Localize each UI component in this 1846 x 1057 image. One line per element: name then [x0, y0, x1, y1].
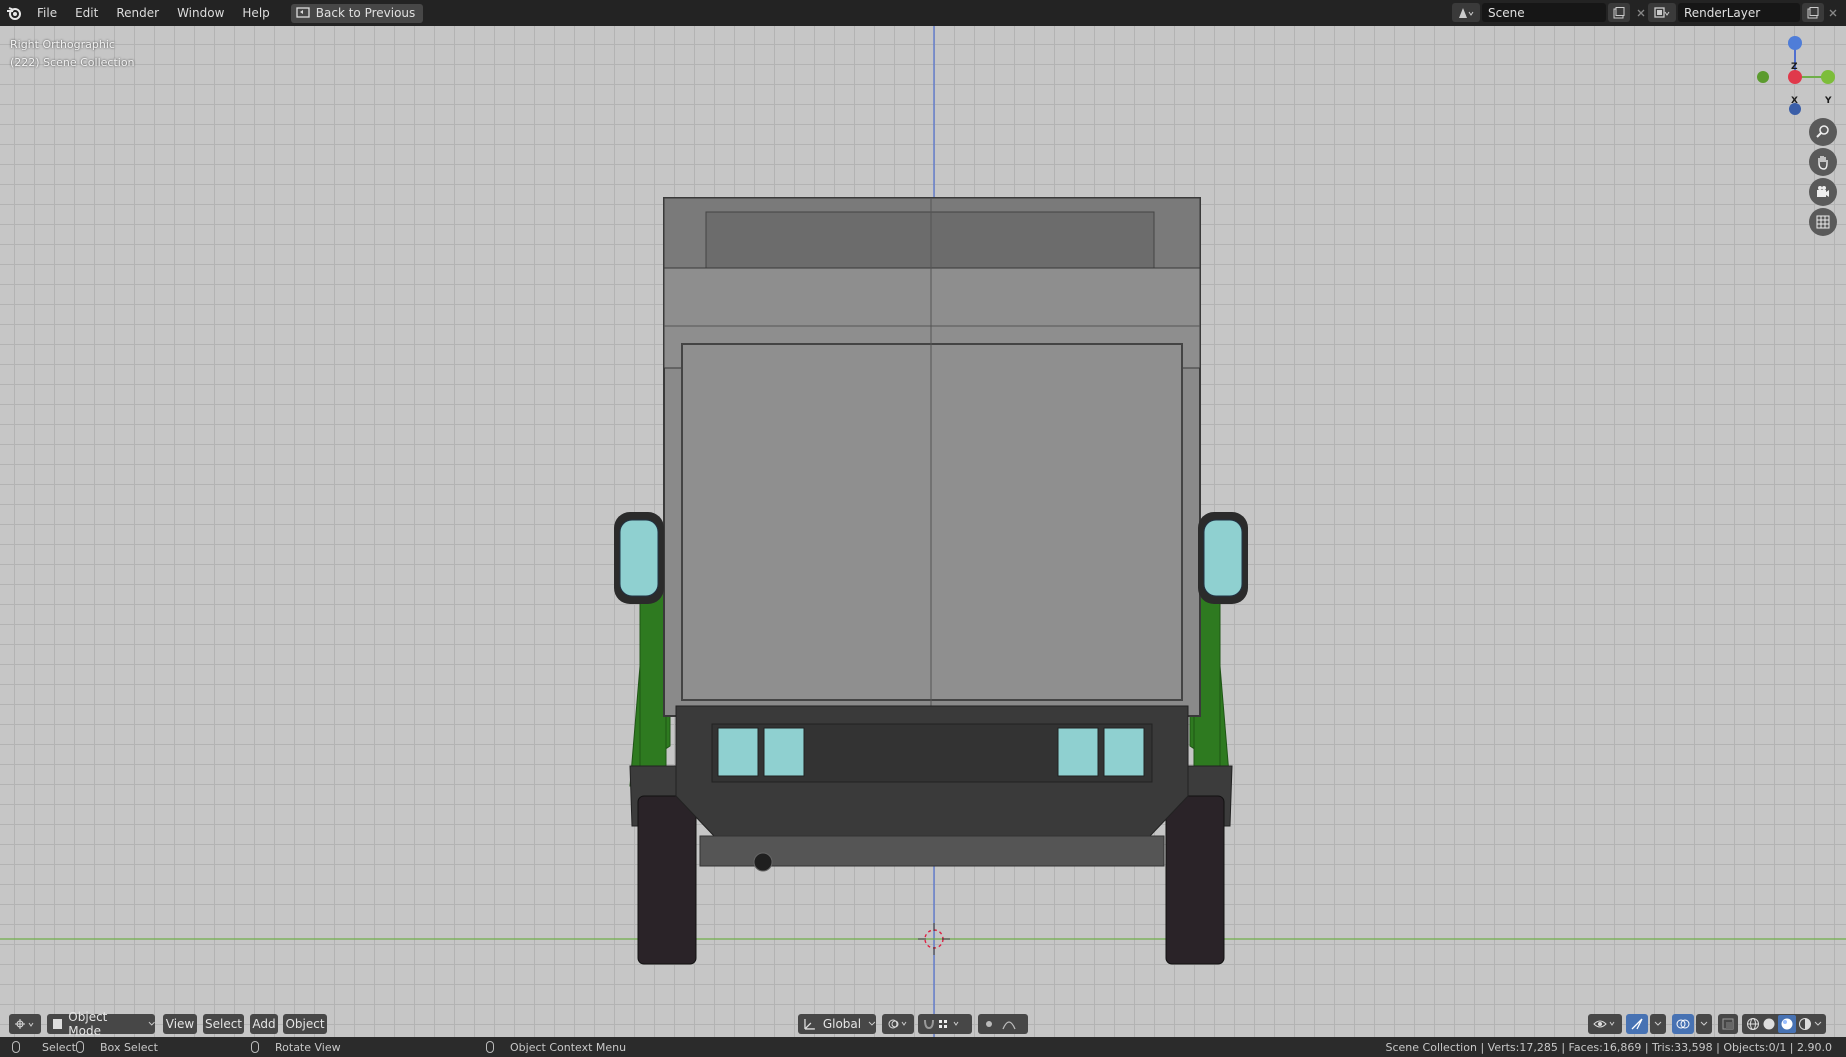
select-menu[interactable]: Select [203, 1014, 244, 1034]
transform-orientation-dropdown[interactable]: Global [798, 1014, 876, 1034]
chevron-down-icon [1700, 1021, 1708, 1026]
editor-type-icon [15, 1019, 34, 1029]
status-context-menu: Object Context Menu [486, 1041, 626, 1054]
proportional-edit-icon [986, 1021, 1016, 1030]
xray-toggle-button[interactable] [1718, 1014, 1738, 1034]
object-mode-icon [53, 1019, 63, 1029]
ortho-grid-icon[interactable] [1809, 208, 1837, 236]
pivot-icon [888, 1019, 907, 1029]
pivot-point-button[interactable] [882, 1014, 914, 1034]
material-shading-icon[interactable] [1778, 1015, 1796, 1033]
editor-type-button[interactable] [9, 1014, 41, 1034]
menu-render[interactable]: Render [107, 6, 168, 20]
overlays-icon [1676, 1019, 1690, 1029]
scene-canvas [0, 26, 1846, 1037]
status-rotate-view: Rotate View [251, 1041, 341, 1054]
chevron-down-icon[interactable] [1814, 1021, 1822, 1027]
scene-statistics: Scene Collection | Verts:17,285 | Faces:… [1385, 1040, 1833, 1054]
snap-icon [924, 1019, 959, 1030]
screen-icon [296, 7, 310, 18]
menu-edit[interactable]: Edit [66, 6, 107, 20]
object-mode-label: Object Mode [68, 1010, 108, 1038]
back-to-previous-label: Back to Previous [315, 6, 416, 20]
back-to-previous-button[interactable]: Back to Previous [290, 3, 424, 23]
overlays-dropdown[interactable] [1696, 1014, 1712, 1034]
scene-icon[interactable] [1452, 3, 1480, 22]
add-menu[interactable]: Add [250, 1014, 278, 1034]
delete-render-layer-icon[interactable] [1824, 3, 1842, 22]
rendered-shading-icon[interactable] [1798, 1017, 1812, 1031]
left-mouse-icon [12, 1041, 20, 1053]
camera-view-icon[interactable] [1809, 178, 1837, 206]
gizmo-dropdown[interactable] [1650, 1014, 1666, 1034]
top-bar: File Edit Render Window Help Back to Pre… [0, 0, 1846, 26]
menu-help[interactable]: Help [233, 6, 278, 20]
chevron-down-icon [868, 1021, 876, 1026]
menu-window[interactable]: Window [168, 6, 233, 20]
xray-icon [1722, 1018, 1734, 1030]
gizmo-x-label[interactable]: X [1791, 96, 1798, 106]
status-bar: Select Box Select Rotate View Object Con… [0, 1037, 1846, 1057]
gizmo-icon [1631, 1018, 1643, 1030]
scene-name-field[interactable]: Scene [1482, 3, 1606, 22]
gizmo-z-label[interactable]: Z [1791, 62, 1798, 72]
viewport-header: Object Mode View Select Add Object Globa… [0, 1010, 1846, 1038]
chevron-down-icon [1654, 1021, 1662, 1026]
status-box-select: Box Select [76, 1041, 158, 1054]
orientation-label: Global [822, 1017, 862, 1031]
blender-logo-icon[interactable] [0, 0, 28, 26]
object-mode-dropdown[interactable]: Object Mode [47, 1010, 155, 1038]
object-menu[interactable]: Object [283, 1014, 327, 1034]
status-select: Select [12, 1041, 76, 1054]
render-layer-field[interactable]: RenderLayer [1678, 3, 1800, 22]
proportional-editing-button[interactable] [978, 1014, 1028, 1034]
render-layer-selector[interactable]: RenderLayer [1648, 3, 1842, 22]
zoom-icon[interactable] [1809, 118, 1837, 146]
status-rotate-view-label: Rotate View [275, 1040, 341, 1054]
gizmo-y-label[interactable]: Y [1825, 96, 1832, 106]
status-box-select-label: Box Select [100, 1040, 158, 1054]
scene-selector[interactable]: Scene [1452, 3, 1652, 22]
new-render-layer-icon[interactable] [1802, 3, 1824, 22]
solid-shading-icon[interactable] [1762, 1017, 1776, 1031]
middle-mouse-icon [251, 1041, 259, 1053]
visibility-dropdown[interactable] [1588, 1014, 1622, 1034]
truck-model [614, 197, 1248, 965]
gizmo-toggle-button[interactable] [1626, 1014, 1648, 1034]
chevron-down-icon [148, 1021, 155, 1026]
shading-mode-group [1742, 1014, 1826, 1034]
view-menu[interactable]: View [163, 1014, 197, 1034]
right-mouse-icon [486, 1041, 494, 1053]
3d-viewport[interactable]: Right Orthographic (222) Scene Collectio… [0, 26, 1846, 1037]
menu-file[interactable]: File [28, 6, 66, 20]
new-scene-icon[interactable] [1608, 3, 1630, 22]
status-context-menu-label: Object Context Menu [510, 1040, 627, 1054]
snap-toggle-button[interactable] [918, 1014, 972, 1034]
box-select-mouse-icon [76, 1041, 84, 1053]
status-select-label: Select [42, 1040, 76, 1054]
overlays-toggle-button[interactable] [1672, 1014, 1694, 1034]
render-layer-icon[interactable] [1648, 3, 1676, 22]
eye-icon [1593, 1020, 1615, 1028]
pan-hand-icon[interactable] [1809, 148, 1837, 176]
wireframe-shading-icon[interactable] [1746, 1017, 1760, 1031]
orientation-icon [804, 1019, 815, 1030]
